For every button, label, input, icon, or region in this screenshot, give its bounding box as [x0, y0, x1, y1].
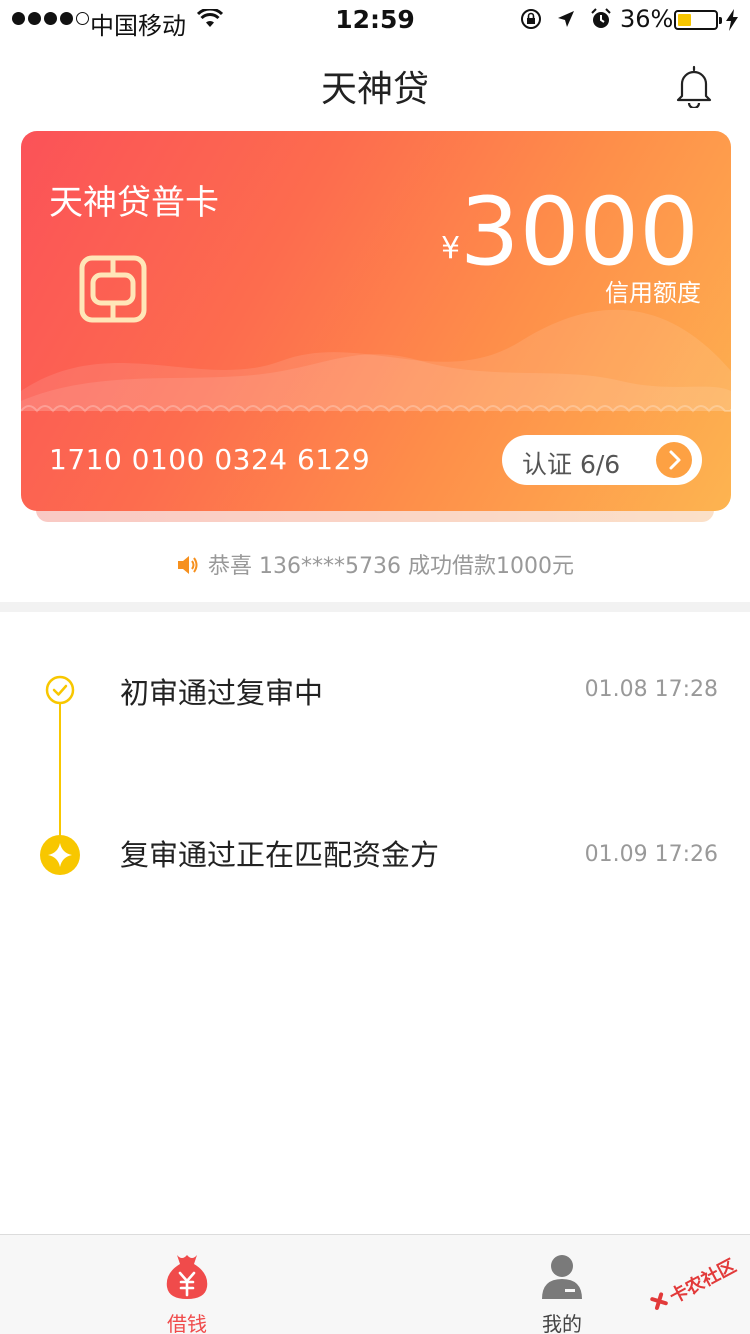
card-number: 1710 0100 0324 6129 [49, 443, 371, 476]
alarm-icon [591, 8, 611, 28]
timeline-step-title: 复审通过正在匹配资金方 [120, 838, 440, 872]
sparkle-circle-icon [40, 835, 80, 875]
bell-icon[interactable] [674, 64, 714, 108]
credit-amount: 3000 [459, 178, 699, 287]
location-arrow-icon [558, 11, 574, 27]
check-circle-icon [45, 675, 75, 705]
speaker-icon [178, 556, 198, 574]
section-divider [0, 602, 750, 612]
verify-button[interactable]: 认证 6/6 [502, 435, 702, 485]
timeline-step-time: 01.09 17:26 [584, 842, 718, 867]
page-title: 天神贷 [320, 69, 429, 110]
tab-label: 我的 [542, 1312, 582, 1334]
currency-symbol: ¥ [441, 231, 461, 266]
money-bag-icon [166, 1255, 208, 1299]
tab-borrow[interactable]: 借钱 [127, 1235, 247, 1334]
credit-card[interactable]: 天神贷普卡 ¥ 3000 信用额度 1710 0100 0324 6129 认证… [21, 131, 731, 511]
battery-icon [674, 10, 722, 30]
orientation-lock-icon [521, 9, 541, 29]
timeline-step-time: 01.08 17:28 [584, 677, 718, 702]
charging-bolt-icon [726, 9, 738, 31]
user-icon [542, 1255, 582, 1299]
tab-label: 借钱 [167, 1312, 207, 1334]
credit-amount-label: 信用额度 [605, 279, 701, 307]
tab-bar: 借钱 我的 [0, 1234, 750, 1334]
status-bar: 中国移动 12:59 36% [0, 0, 750, 40]
verify-label: 认证 6/6 [522, 450, 621, 479]
timeline-step-title: 初审通过复审中 [120, 676, 324, 710]
card-name: 天神贷普卡 [49, 183, 219, 223]
chevron-right-icon [656, 442, 692, 478]
battery-percent: 36% [620, 5, 674, 33]
tab-mine[interactable]: 我的 [502, 1235, 622, 1334]
card-chip-icon [79, 255, 147, 323]
loan-notice: 恭喜 136****5736 成功借款1000元 [0, 548, 750, 580]
notice-text: 恭喜 136****5736 成功借款1000元 [208, 554, 574, 579]
timeline-line [59, 703, 61, 843]
